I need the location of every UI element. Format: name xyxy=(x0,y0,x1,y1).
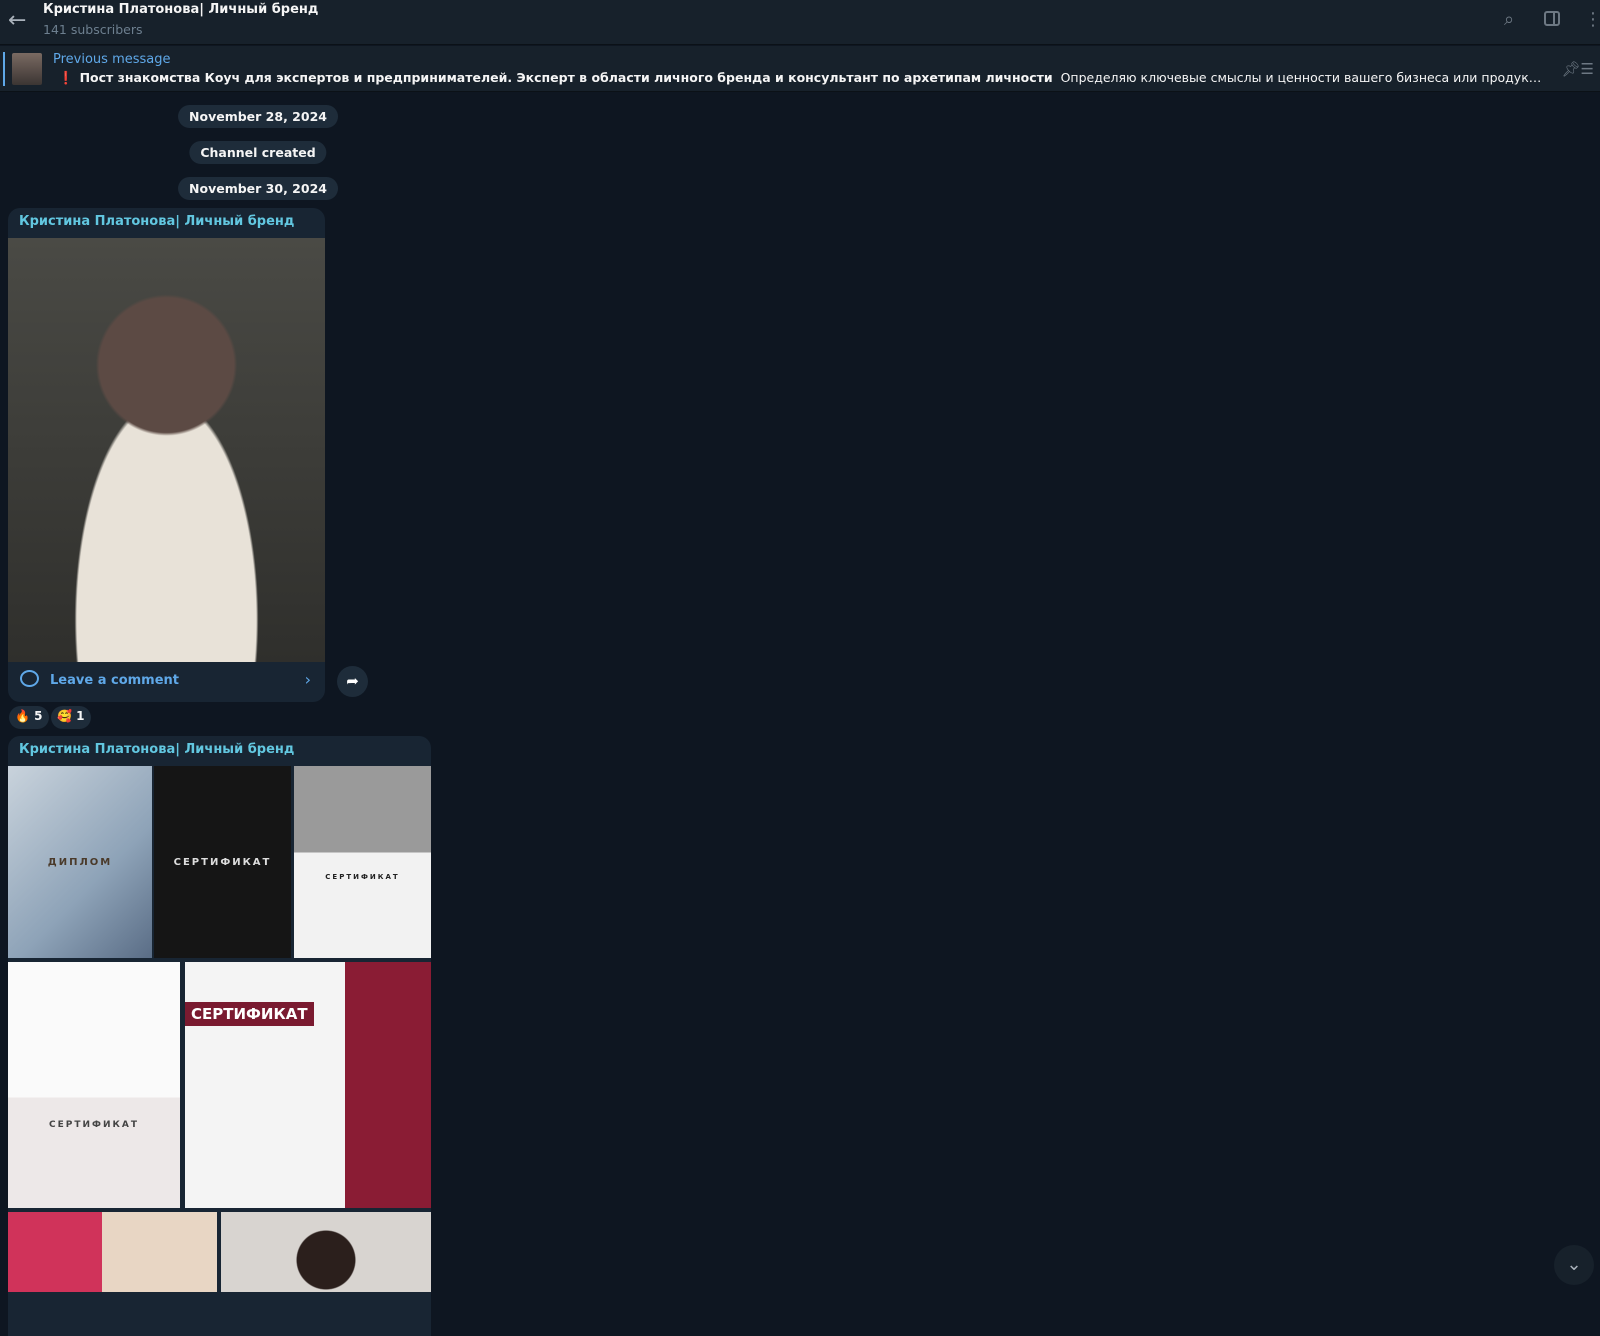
search-icon[interactable]: ⌕ xyxy=(1504,9,1514,30)
chevron-right-icon: › xyxy=(304,670,311,689)
service-message: Channel created xyxy=(189,141,327,164)
exclamation-icon: ❗ xyxy=(58,70,74,85)
sidebar-toggle-icon[interactable] xyxy=(1544,11,1560,26)
subscriber-count: 141 subscribers xyxy=(43,22,143,37)
album-photo-certificate[interactable]: СЕРТИФИКАТ xyxy=(185,962,431,1208)
chat-header: ← Кристина Платонова| Личный бренд 141 s… xyxy=(0,0,1600,45)
message-author[interactable]: Кристина Платонова| Личный бренд xyxy=(19,214,294,229)
album-photo-diploma[interactable]: ДИПЛОМ xyxy=(8,766,152,958)
portrait-photo[interactable] xyxy=(8,238,325,662)
date-pill: November 28, 2024 xyxy=(178,105,338,128)
tile-label: СЕРТИФИКАТ xyxy=(325,873,400,881)
channel-title[interactable]: Кристина Платонова| Личный бренд xyxy=(43,2,318,17)
tile-label: СЕРТИФИКАТ xyxy=(185,1002,314,1026)
pinned-message-bar[interactable]: Previous message ❗ Пост знакомства Коуч д… xyxy=(0,46,1600,92)
pinned-rest: Определяю ключевые смыслы и ценности ваш… xyxy=(1060,70,1548,85)
album-photo-certificate[interactable]: СЕРТИФИКАТ xyxy=(8,962,180,1208)
pinned-text: ❗ Пост знакомства Коуч для экспертов и пр… xyxy=(58,70,1548,86)
tile-label: СЕРТИФИКАТ xyxy=(173,856,272,868)
pinned-indicator xyxy=(3,52,5,86)
back-arrow-icon[interactable]: ← xyxy=(8,8,26,33)
pinned-bold: Пост знакомства Коуч для экспертов и пре… xyxy=(79,70,1053,85)
leave-comment-button[interactable]: Leave a comment › xyxy=(8,662,325,702)
message-author[interactable]: Кристина Платонова| Личный бренд xyxy=(19,742,294,757)
reaction-fire[interactable]: 🔥 5 xyxy=(9,706,49,729)
album-photo[interactable] xyxy=(221,1212,431,1292)
comment-label: Leave a comment xyxy=(50,673,180,688)
album-photo-certificate[interactable]: СЕРТИФИКАТ xyxy=(294,766,431,958)
message-photo: Кристина Платонова| Личный бренд Leave a… xyxy=(8,208,325,702)
share-button[interactable]: ➦ xyxy=(337,666,368,697)
scroll-down-button[interactable]: ⌄ xyxy=(1554,1245,1594,1285)
album-photo-certificate[interactable]: СЕРТИФИКАТ xyxy=(154,766,291,958)
reaction-count: 5 xyxy=(34,709,43,723)
comment-icon xyxy=(20,670,39,687)
pinned-thumbnail xyxy=(12,53,42,85)
pinned-list-icon[interactable]: 📌︎☰ xyxy=(1562,60,1595,78)
fire-icon: 🔥 xyxy=(15,709,30,723)
pinned-label: Previous message xyxy=(53,52,171,67)
reaction-count: 1 xyxy=(76,709,85,723)
smiling-hearts-icon: 🥰 xyxy=(57,709,72,723)
tile-label: СЕРТИФИКАТ xyxy=(49,1120,139,1130)
more-icon[interactable]: ⋮ xyxy=(1584,9,1600,30)
date-pill: November 30, 2024 xyxy=(178,177,338,200)
reaction-love[interactable]: 🥰 1 xyxy=(51,706,91,729)
tile-label: ДИПЛОМ xyxy=(47,856,113,868)
album-photo[interactable] xyxy=(8,1212,217,1292)
